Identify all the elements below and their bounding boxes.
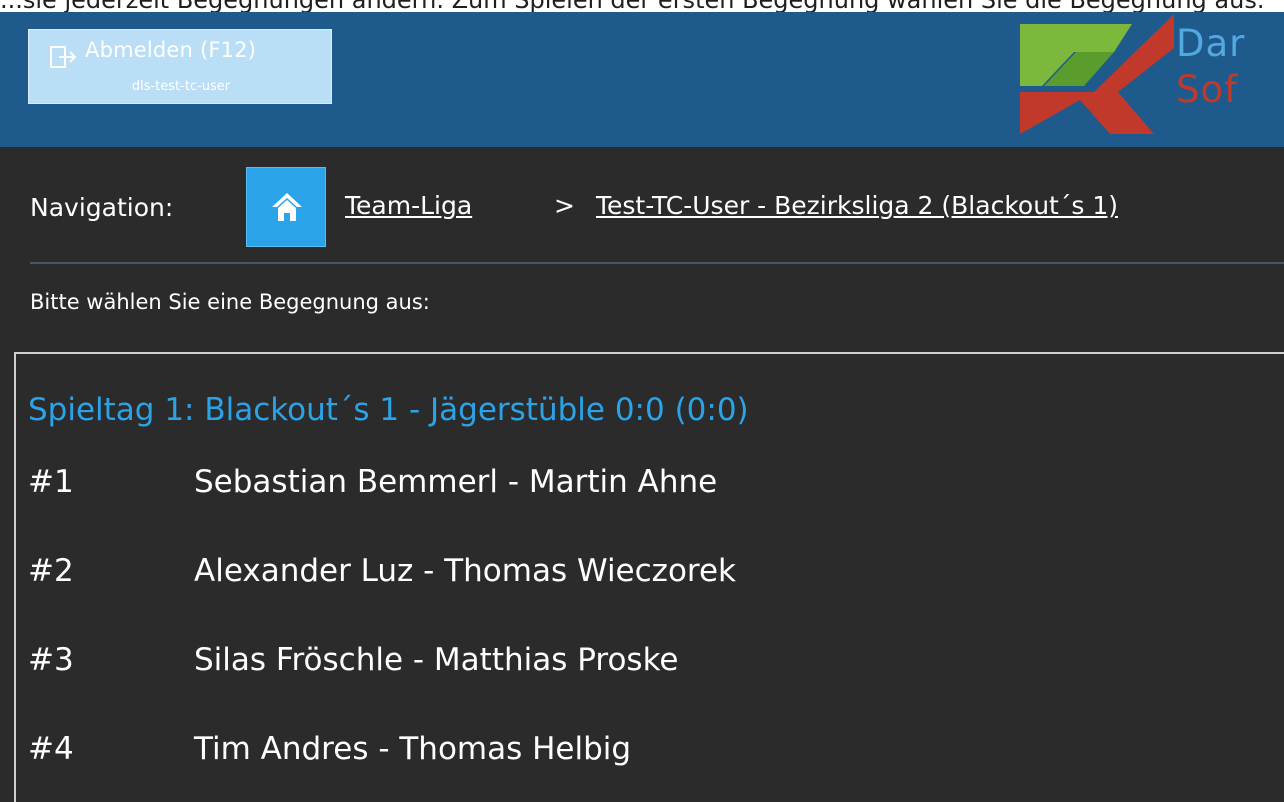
home-button[interactable]	[246, 167, 326, 247]
match-row[interactable]: #1 Sebastian Bemmerl - Martin Ahne	[28, 464, 1278, 524]
match-row[interactable]: #4 Tim Andres - Thomas Helbig	[28, 731, 1278, 791]
matchday-title[interactable]: Spieltag 1: Blackout´s 1 - Jägerstüble 0…	[28, 392, 749, 428]
top-info-text: ...sie jederzeit Begegnungen ändern. Zum…	[0, 0, 1264, 12]
divider	[30, 262, 1284, 264]
match-row[interactable]: #2 Alexander Luz - Thomas Wieczorek	[28, 553, 1278, 613]
match-number: #1	[28, 464, 74, 500]
match-players: Silas Fröschle - Matthias Proske	[194, 642, 679, 678]
logout-icon	[50, 46, 77, 68]
match-number: #2	[28, 553, 74, 589]
logged-in-user: dls-test-tc-user	[131, 79, 231, 94]
home-icon	[272, 193, 302, 221]
logout-label: Abmelden (F12)	[85, 38, 257, 62]
brand-name-line2: Sof	[1176, 68, 1239, 111]
top-info-strip: ...sie jederzeit Begegnungen ändern. Zum…	[0, 0, 1284, 12]
match-number: #4	[28, 731, 74, 767]
brand-name-line1: Dar	[1176, 22, 1246, 65]
match-players: Tim Andres - Thomas Helbig	[194, 731, 632, 767]
brand-logo	[1020, 14, 1174, 134]
app-header: Abmelden (F12) dls-test-tc-user Dar Sof	[0, 12, 1284, 147]
breadcrumb: Navigation: Team-Liga > Test-TC-User - B…	[30, 165, 1284, 255]
breadcrumb-link-league[interactable]: Test-TC-User - Bezirksliga 2 (Blackout´s…	[596, 191, 1118, 220]
match-players: Sebastian Bemmerl - Martin Ahne	[194, 464, 718, 500]
match-list-panel: Spieltag 1: Blackout´s 1 - Jägerstüble 0…	[14, 352, 1284, 802]
navigation-label: Navigation:	[30, 193, 174, 222]
breadcrumb-separator: >	[554, 191, 575, 220]
match-row[interactable]: #3 Silas Fröschle - Matthias Proske	[28, 642, 1278, 702]
selection-prompt: Bitte wählen Sie eine Begegnung aus:	[30, 290, 430, 314]
match-players: Alexander Luz - Thomas Wieczorek	[194, 553, 737, 589]
breadcrumb-link-team-liga[interactable]: Team-Liga	[345, 191, 472, 220]
logout-button[interactable]: Abmelden (F12) dls-test-tc-user	[28, 29, 332, 104]
match-number: #3	[28, 642, 74, 678]
